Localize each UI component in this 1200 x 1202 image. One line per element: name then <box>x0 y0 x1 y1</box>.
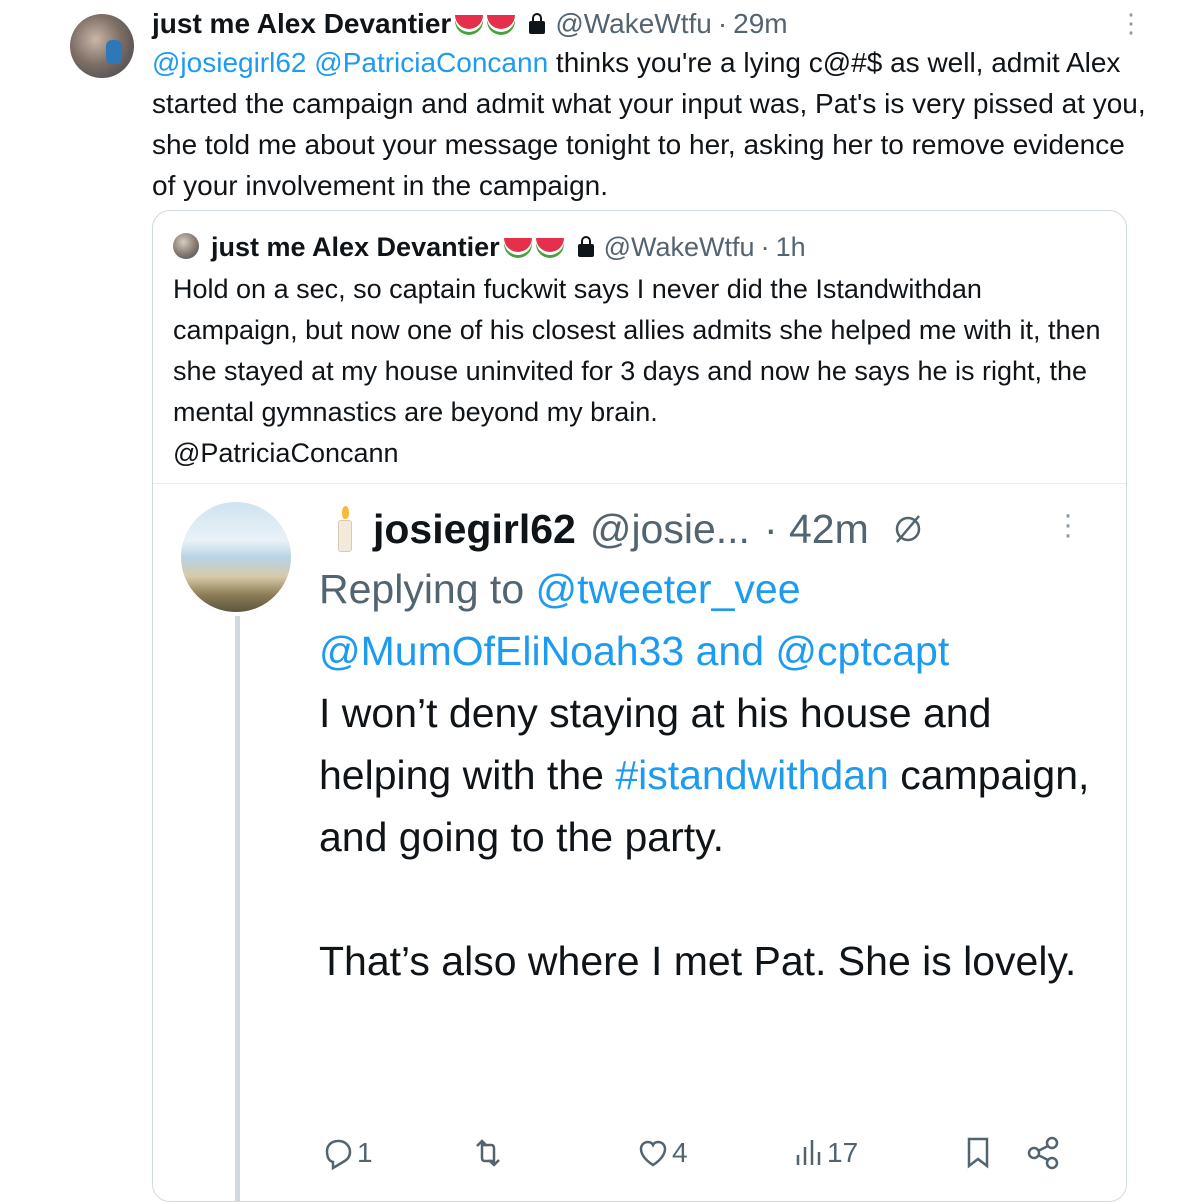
tweet-header: just me Alex Devantier @WakeWtfu · 29m <box>152 4 788 44</box>
author-name[interactable]: just me Alex Devantier <box>152 8 451 40</box>
mention-link[interactable]: @josiegirl62 <box>152 47 307 78</box>
replying-to: Replying to @tweeter_vee @MumOfEliNoah33 … <box>319 558 1109 682</box>
quoted-header: just me Alex Devantier @WakeWtfu · 1h <box>211 227 806 267</box>
reply-count: 1 <box>357 1137 373 1168</box>
quoted-tweet[interactable]: just me Alex Devantier @WakeWtfu · 1h Ho… <box>152 210 1127 1202</box>
share-action <box>1024 1134 1062 1172</box>
lock-icon <box>529 12 546 34</box>
author-handle[interactable]: @WakeWtfu <box>555 8 712 40</box>
candle-icon <box>338 506 352 552</box>
attached-screenshot[interactable]: josiegirl62 @josie... · 42m · · · Replying… <box>153 483 1126 1201</box>
action-bar: 1 4 17 <box>319 1134 1079 1184</box>
like-count: 4 <box>672 1137 688 1168</box>
replying-and: and <box>684 628 776 674</box>
quoted-author-name: just me Alex Devantier <box>211 231 500 262</box>
inner-text: I won’t deny staying at his house and he… <box>319 682 1109 992</box>
share-icon <box>1027 1136 1059 1170</box>
replying-prefix: Replying to <box>319 566 536 612</box>
inner-header: josiegirl62 @josie... · 42m <box>373 500 925 558</box>
reply-action: 1 <box>319 1134 373 1172</box>
quoted-handle: @WakeWtfu <box>603 231 755 262</box>
thread-line <box>235 616 240 1201</box>
retweet-icon <box>476 1139 500 1167</box>
time-separator: · <box>717 8 728 39</box>
inner-author-avatar <box>181 502 291 612</box>
mute-icon <box>895 515 921 543</box>
views-count: 17 <box>827 1137 859 1168</box>
like-action: 4 <box>634 1134 688 1172</box>
hashtag-link: #istandwithdan <box>615 752 889 798</box>
inner-time: · 42m <box>763 505 869 552</box>
quoted-text: Hold on a sec, so captain fuckwit says I… <box>173 269 1113 474</box>
bookmark-icon <box>967 1137 989 1169</box>
mention-link[interactable]: @PatriciaConcann <box>314 47 548 78</box>
quoted-mention: @PatriciaConcann <box>173 438 399 468</box>
lock-icon <box>577 235 594 257</box>
watermelon-icon <box>535 238 564 256</box>
more-vert-icon: · · · <box>1063 498 1073 551</box>
replying-mention: @cptcapt <box>775 628 950 674</box>
like-icon <box>639 1140 667 1167</box>
author-avatar[interactable] <box>70 14 134 78</box>
more-vert-icon[interactable]: ⋮ <box>1118 8 1144 39</box>
views-action: 17 <box>789 1134 858 1172</box>
tweet-text: @josiegirl62 @PatriciaConcann thinks you… <box>152 42 1152 206</box>
watermelon-icon <box>503 238 532 256</box>
inner-handle: @josie... <box>589 505 750 552</box>
quoted-text-body: Hold on a sec, so captain fuckwit says I… <box>173 274 1101 427</box>
tweet-time[interactable]: 29m <box>733 8 787 40</box>
quoted-author-avatar <box>173 233 199 259</box>
watermelon-icon <box>487 15 516 33</box>
retweet-action <box>469 1134 507 1172</box>
views-icon <box>796 1140 821 1165</box>
quoted-time: 1h <box>775 231 806 262</box>
watermelon-icon <box>455 15 484 33</box>
inner-author-name: josiegirl62 <box>373 505 576 552</box>
bookmark-action <box>959 1134 997 1172</box>
reply-icon <box>325 1139 352 1171</box>
replying-mention: @MumOfEliNoah33 <box>319 628 685 674</box>
replying-mention: @tweeter_vee <box>535 566 801 612</box>
time-separator: · <box>760 231 770 262</box>
